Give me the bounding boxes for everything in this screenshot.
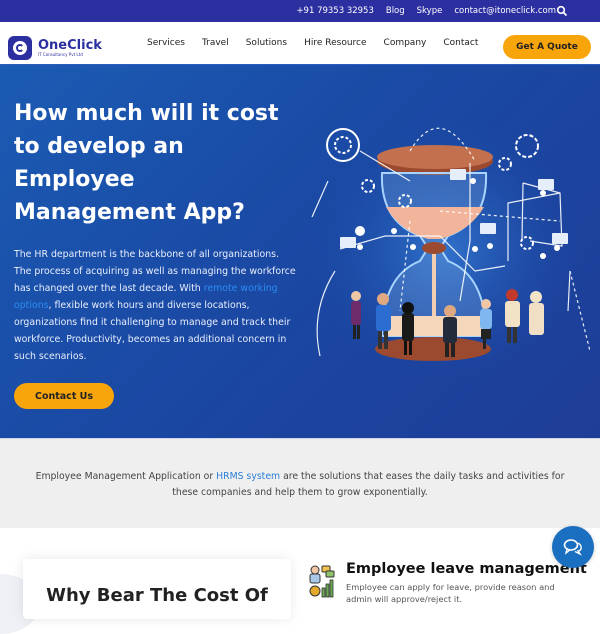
employee-leave-icon (309, 565, 335, 598)
blog-link[interactable]: Blog (386, 6, 405, 16)
hrms-system-link[interactable]: HRMS system (216, 471, 280, 482)
nav-contact[interactable]: Contact (443, 38, 478, 48)
intro-section: Employee Management Application or HRMS … (0, 438, 600, 528)
search-icon[interactable] (556, 5, 568, 17)
logo[interactable]: OneClick IT Consultancy Pvt Ltd (8, 36, 102, 60)
top-bar-links: +91 79353 32953 Blog Skype contact@itone… (296, 0, 556, 22)
feature-description: Employee can apply for leave, provide re… (346, 582, 555, 604)
cost-card: Why Bear The Cost Of (23, 559, 291, 619)
cost-card-heading: Why Bear The Cost Of (46, 585, 268, 606)
logo-name: OneClick (38, 38, 102, 53)
hero-title: How much will it cost to develop an Empl… (14, 101, 279, 225)
skype-link[interactable]: Skype (417, 6, 443, 16)
features-section: Why Bear The Cost Of Employee leave mana… (0, 528, 600, 634)
main-header: OneClick IT Consultancy Pvt Ltd Services… (0, 22, 600, 64)
nav-solutions[interactable]: Solutions (246, 38, 287, 48)
top-bar: +91 79353 32953 Blog Skype contact@itone… (0, 0, 600, 22)
chat-bubbles-icon (563, 539, 583, 556)
hero-paragraph: The HR department is the backbone of all… (14, 246, 296, 365)
get-a-quote-button[interactable]: Get A Quote (503, 35, 591, 59)
phone-link[interactable]: +91 79353 32953 (296, 6, 373, 16)
nav-company[interactable]: Company (384, 38, 427, 48)
contact-us-button[interactable]: Contact Us (14, 383, 114, 409)
intro-text: Employee Management Application or HRMS … (28, 469, 572, 501)
hero-text-continued: , flexible work hours and diverse locati… (14, 300, 291, 362)
main-nav: Services Travel Solutions Hire Resource … (147, 22, 495, 64)
chat-button[interactable] (552, 526, 594, 568)
intro-text-start: Employee Management Application or (35, 471, 217, 482)
email-link[interactable]: contact@itoneclick.com (454, 6, 556, 16)
logo-icon (8, 36, 32, 60)
hero-section: How much will it cost to develop an Empl… (0, 64, 600, 438)
nav-services[interactable]: Services (147, 38, 185, 48)
nav-travel[interactable]: Travel (202, 38, 229, 48)
hourglass-illustration (305, 121, 590, 381)
feature-title: Employee leave management (346, 561, 587, 577)
nav-hire-resource[interactable]: Hire Resource (304, 38, 366, 48)
